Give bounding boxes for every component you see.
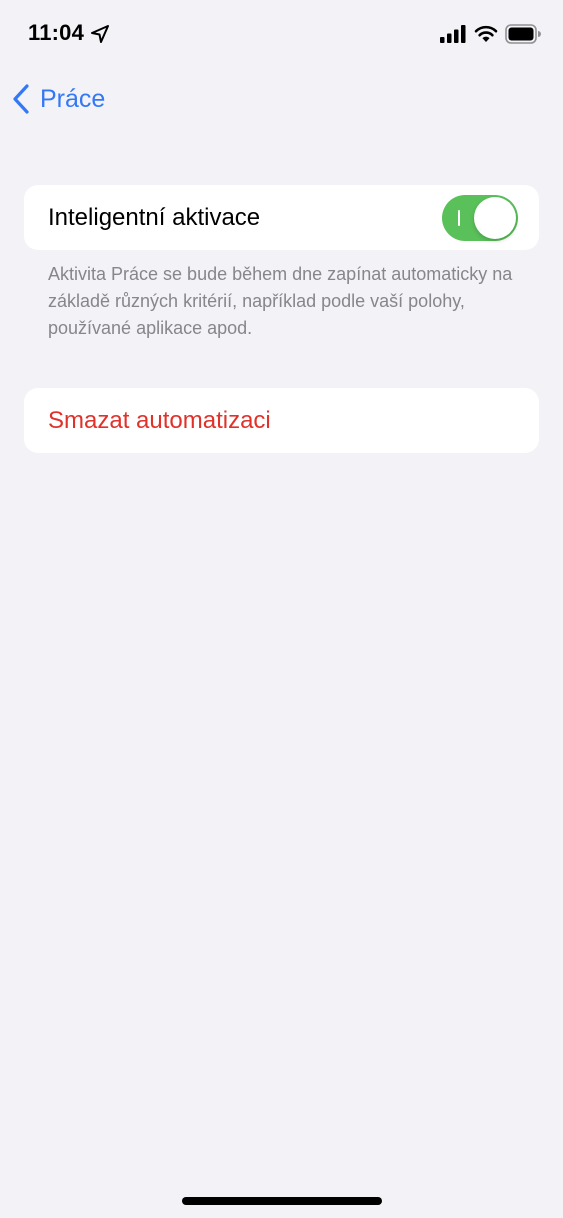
delete-automation-button[interactable]: Smazat automatizaci — [24, 388, 539, 453]
status-time: 11:04 — [28, 20, 85, 45]
switch-on-mark — [458, 210, 460, 226]
battery-icon — [505, 24, 541, 44]
back-button[interactable]: Práce — [12, 82, 105, 116]
smart-activation-label: Inteligentní aktivace — [48, 204, 261, 231]
cellular-signal-icon — [440, 25, 466, 43]
home-indicator[interactable] — [182, 1197, 382, 1205]
switch-knob — [474, 197, 516, 239]
status-bar: 11:04 — [0, 0, 563, 70]
chevron-left-icon — [13, 84, 29, 114]
delete-automation-label: Smazat automatizaci — [48, 407, 271, 434]
smart-activation-switch[interactable] — [442, 195, 518, 241]
back-button-label: Práce — [40, 84, 106, 113]
wifi-icon — [474, 25, 498, 42]
smart-activation-row: Inteligentní aktivace — [24, 185, 539, 250]
location-arrow-icon — [91, 25, 109, 43]
smart-activation-description: Aktivita Práce se bude během dne zapínat… — [48, 264, 513, 338]
